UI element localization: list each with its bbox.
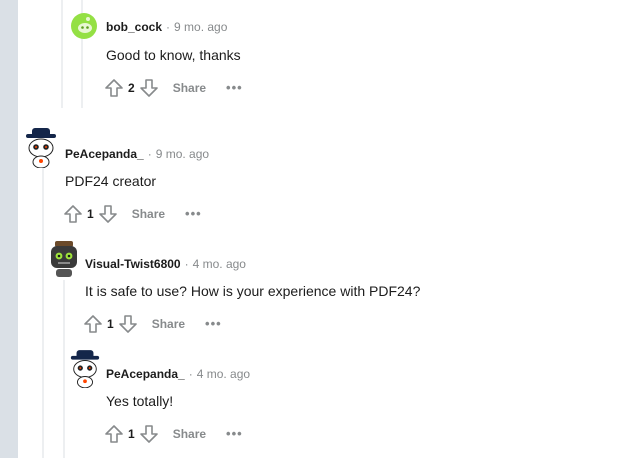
comment-actions: 1 Share ••• <box>104 422 243 446</box>
meta-separator: · <box>188 367 193 381</box>
share-button[interactable]: Share <box>173 427 206 441</box>
vote-score: 1 <box>128 427 135 441</box>
comment-body: Yes totally! <box>106 393 174 409</box>
comment-author[interactable]: PeAcepanda_ <box>106 367 185 381</box>
comment-peacepanda-reply: PeAcepanda_ · 4 mo. ago Yes totally! 1 S… <box>0 0 638 458</box>
downvote-arrow-icon[interactable] <box>139 424 159 444</box>
more-options-button[interactable]: ••• <box>226 427 243 440</box>
comment-timestamp[interactable]: 4 mo. ago <box>197 367 250 381</box>
upvote-arrow-icon[interactable] <box>104 424 124 444</box>
avatar[interactable] <box>69 350 101 388</box>
